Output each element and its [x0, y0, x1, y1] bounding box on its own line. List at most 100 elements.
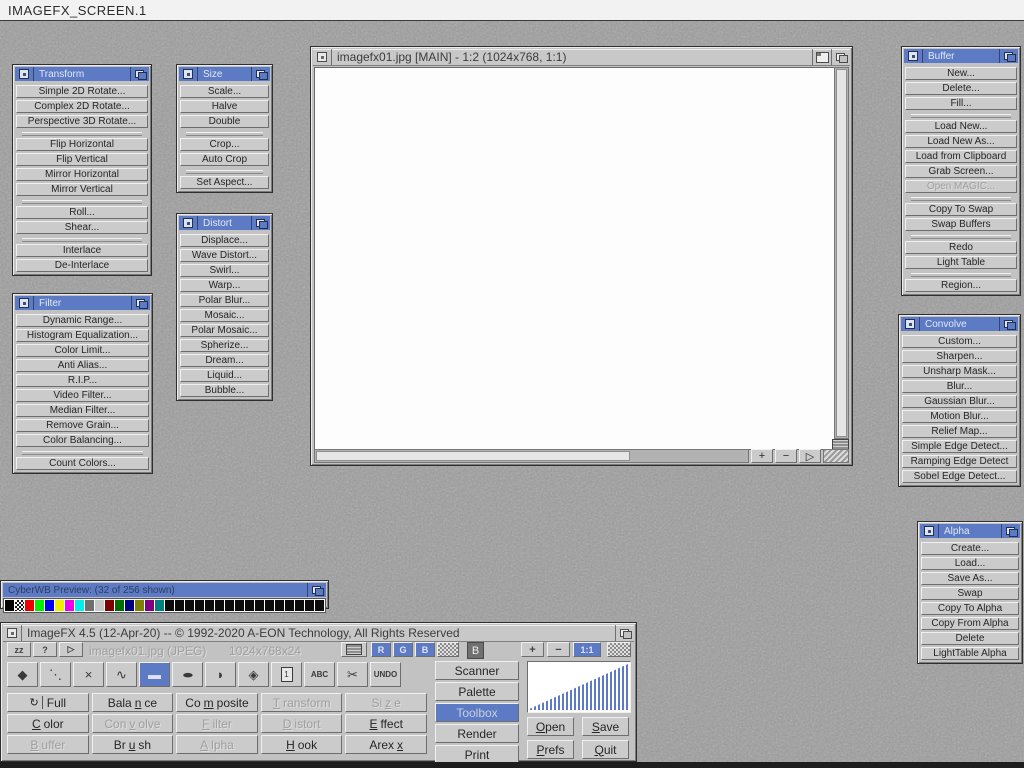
help-button[interactable]: ? [33, 642, 57, 657]
panel-titlebar[interactable]: Filter [15, 296, 150, 310]
delete-button[interactable]: Delete [921, 632, 1019, 645]
roll-button[interactable]: Roll... [16, 206, 148, 219]
load-new-button[interactable]: Load New... [905, 120, 1017, 133]
close-gadget[interactable] [179, 216, 198, 230]
warp-button[interactable]: Warp... [180, 279, 269, 292]
color-limit-button[interactable]: Color Limit... [16, 344, 149, 357]
close-gadget[interactable] [904, 49, 923, 63]
color-swatch-22[interactable] [225, 600, 234, 611]
flip-horizontal-button[interactable]: Flip Horizontal [16, 138, 148, 151]
zoom-ratio-button[interactable]: 1:1 [573, 642, 601, 657]
color-swatch-13[interactable] [135, 600, 144, 611]
swirl-button[interactable]: Swirl... [180, 264, 269, 277]
save-as-button[interactable]: Save As... [921, 572, 1019, 585]
dream-button[interactable]: Dream... [180, 354, 269, 367]
scale-button[interactable]: Scale... [180, 85, 269, 98]
arexx-button[interactable]: Arexx [345, 735, 427, 754]
light-table-button[interactable]: Light Table [905, 256, 1017, 269]
spherize-button[interactable]: Spherize... [180, 339, 269, 352]
mirror-horizontal-button[interactable]: Mirror Horizontal [16, 168, 148, 181]
swap-button[interactable]: Swap [921, 587, 1019, 600]
relief-map-button[interactable]: Relief Map... [902, 425, 1017, 438]
depth-gadget[interactable] [999, 49, 1018, 63]
close-gadget[interactable] [901, 317, 920, 331]
color-swatch-19[interactable] [195, 600, 204, 611]
copy-from-alpha-button[interactable]: Copy From Alpha [921, 617, 1019, 630]
interlace-button[interactable]: Interlace [16, 244, 148, 257]
perspective-3d-rotate-button[interactable]: Perspective 3D Rotate... [16, 115, 148, 128]
polar-blur-button[interactable]: Polar Blur... [180, 294, 269, 307]
flip-vertical-button[interactable]: Flip Vertical [16, 153, 148, 166]
create-button[interactable]: Create... [921, 542, 1019, 555]
color-swatch-2[interactable] [25, 600, 34, 611]
color-swatch-17[interactable] [175, 600, 184, 611]
depth-gadget[interactable] [1001, 524, 1020, 538]
color-swatch-18[interactable] [185, 600, 194, 611]
color-swatch-26[interactable] [265, 600, 274, 611]
mirror-vertical-button[interactable]: Mirror Vertical [16, 183, 148, 196]
color-swatch-24[interactable] [245, 600, 254, 611]
grab-screen-button[interactable]: Grab Screen... [905, 165, 1017, 178]
depth-gadget[interactable] [251, 216, 270, 230]
displace-button[interactable]: Displace... [180, 234, 269, 247]
fill-button[interactable]: Fill... [905, 97, 1017, 110]
panel-titlebar[interactable]: Convolve [901, 317, 1018, 331]
pan-button[interactable]: ▷ [799, 449, 821, 463]
close-gadget[interactable] [3, 625, 22, 641]
dither-toggle-button[interactable] [437, 642, 459, 657]
load-new-as-button[interactable]: Load New As... [905, 135, 1017, 148]
color-swatch-8[interactable] [85, 600, 94, 611]
color-swatch-7[interactable] [75, 600, 84, 611]
r-channel-toggle[interactable]: R [371, 642, 391, 657]
color-swatch-1[interactable] [15, 600, 24, 611]
sobel-edge-detect-button[interactable]: Sobel Edge Detect... [902, 470, 1017, 483]
depth-gadget[interactable] [999, 317, 1018, 331]
sharpen-button[interactable]: Sharpen... [902, 350, 1017, 363]
double-button[interactable]: Double [180, 115, 269, 128]
panel-titlebar[interactable]: Alpha [920, 524, 1020, 538]
image-window-titlebar[interactable]: imagefx01.jpg [MAIN] - 1:2 (1024x768, 1:… [313, 49, 850, 66]
depth-gadget[interactable] [251, 67, 270, 81]
color-swatch-6[interactable] [65, 600, 74, 611]
zoom-in-button[interactable]: + [751, 449, 773, 463]
mosaic-button[interactable]: Mosaic... [180, 309, 269, 322]
color-swatch-21[interactable] [215, 600, 224, 611]
page-scanner-button[interactable]: Scanner [435, 661, 519, 680]
r-i-p-button[interactable]: R.I.P... [16, 374, 149, 387]
undo-button[interactable]: UNDO [370, 662, 401, 687]
close-gadget[interactable] [15, 67, 34, 81]
box-tool[interactable]: ▬ [139, 662, 170, 687]
hook-button[interactable]: Hook [261, 735, 343, 754]
video-filter-button[interactable]: Video Filter... [16, 389, 149, 402]
zoom-out-button[interactable]: − [775, 449, 797, 463]
color-swatch-0[interactable] [5, 600, 14, 611]
airbrush-tool[interactable]: ⋱ [40, 662, 71, 687]
close-gadget[interactable] [313, 49, 332, 65]
open-button[interactable]: Open [527, 717, 574, 736]
copy-to-alpha-button[interactable]: Copy To Alpha [921, 602, 1019, 615]
close-gadget[interactable] [179, 67, 198, 81]
panel-titlebar[interactable]: Size [179, 67, 270, 81]
ramping-edge-detect-button[interactable]: Ramping Edge Detect [902, 455, 1017, 468]
blur-button[interactable]: Blur... [902, 380, 1017, 393]
shear-button[interactable]: Shear... [16, 221, 148, 234]
swap-buffers-button[interactable]: Swap Buffers [905, 218, 1017, 231]
color-swatch-11[interactable] [115, 600, 124, 611]
color-swatch-25[interactable] [255, 600, 264, 611]
color-balancing-button[interactable]: Color Balancing... [16, 434, 149, 447]
effect-button[interactable]: Effect [345, 714, 427, 733]
zoom-out-button[interactable]: − [547, 642, 570, 657]
gaussian-blur-button[interactable]: Gaussian Blur... [902, 395, 1017, 408]
liquid-button[interactable]: Liquid... [180, 369, 269, 382]
color-swatch-31[interactable] [315, 600, 324, 611]
horizontal-scrollbar[interactable] [314, 449, 749, 463]
screen-titlebar[interactable]: IMAGEFX_SCREEN.1 [0, 0, 1024, 21]
monitor-button[interactable] [341, 642, 367, 657]
polar-mosaic-button[interactable]: Polar Mosaic... [180, 324, 269, 337]
brush-button[interactable]: Brush [92, 735, 174, 754]
panel-titlebar[interactable]: Buffer [904, 49, 1018, 63]
anti-alias-button[interactable]: Anti Alias... [16, 359, 149, 372]
color-button[interactable]: Color [7, 714, 89, 733]
scissors-tool[interactable]: ✂ [337, 662, 368, 687]
color-swatch-27[interactable] [275, 600, 284, 611]
